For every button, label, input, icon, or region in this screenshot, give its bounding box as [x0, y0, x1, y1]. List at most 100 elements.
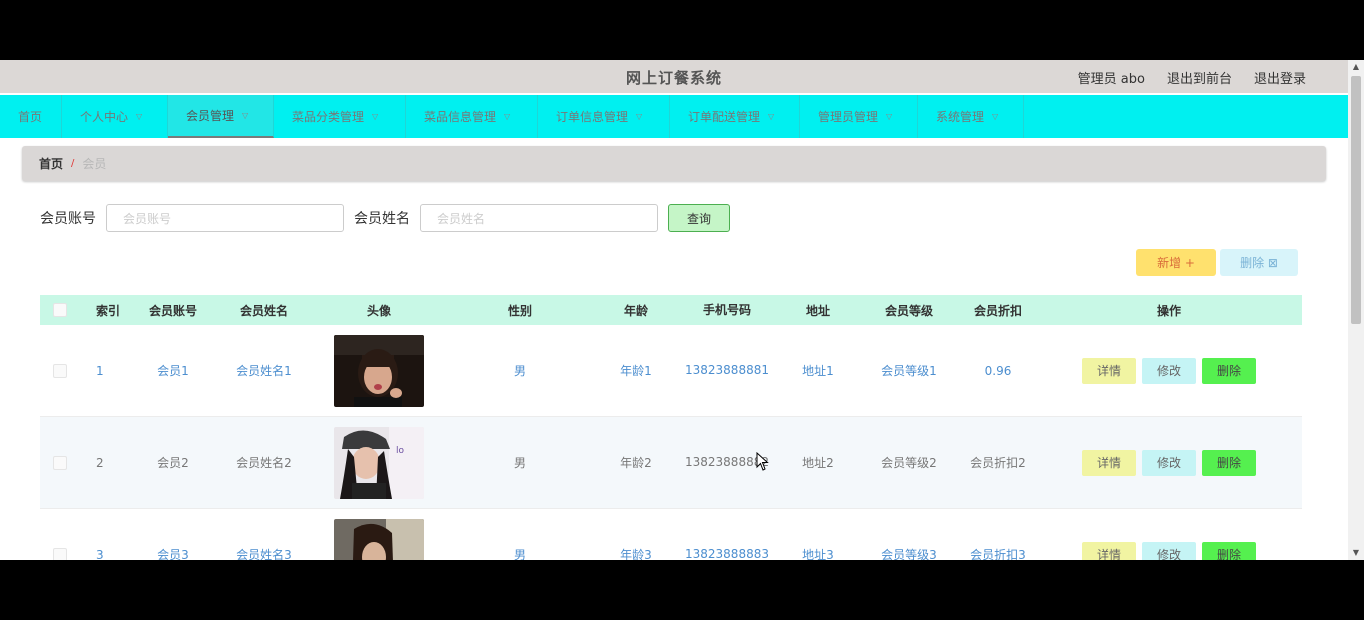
- index-cell: 3: [96, 547, 104, 561]
- breadcrumb-current: 会员: [82, 157, 107, 171]
- edit-button[interactable]: 修改: [1142, 541, 1196, 560]
- address-cell: 地址1: [802, 364, 834, 378]
- chevron-down-icon: ▽: [372, 112, 379, 121]
- main-nav: 首页 个人中心 ▽ 会员管理 ▽ 菜品分类管理 ▽ 菜品信息管理 ▽ 订单信息管理 ▽ 订单配送管理 ▽…: [0, 95, 1348, 138]
- phone-cell: 13823888883: [685, 547, 769, 560]
- chevron-down-icon: ▽: [636, 112, 643, 121]
- table-header: 索引 会员账号 会员姓名 头像 性别 年龄 手机号码 地址 会员等级 会员折扣 操作: [40, 295, 1302, 325]
- name-cell: 会员姓名1: [236, 364, 292, 378]
- nav-item-label: 菜品信息管理: [424, 110, 497, 124]
- chevron-down-icon: ▽: [886, 112, 893, 121]
- chevron-down-icon: ▽: [136, 112, 143, 121]
- index-cell: 2: [96, 455, 104, 470]
- phone-cell: 13823888881: [685, 363, 769, 377]
- chevron-down-icon: ▽: [768, 112, 775, 121]
- nav-item-3[interactable]: 菜品分类管理 ▽: [274, 95, 406, 138]
- column-header: 年龄: [623, 303, 648, 318]
- nav-item-5[interactable]: 订单信息管理 ▽: [538, 95, 670, 138]
- nav-item-label: 系统管理: [936, 110, 985, 124]
- level-cell: 会员等级2: [881, 456, 937, 470]
- avatar: [334, 518, 424, 560]
- row-select-cell: [40, 325, 80, 416]
- column-header: 会员账号: [148, 303, 197, 318]
- nav-item-label: 会员管理: [186, 109, 235, 123]
- table-row: 1 会员1 会员姓名1 男 年龄1 13823888881 地址1 会员等级1 0.96 详情 修改…: [40, 325, 1302, 417]
- delete-button[interactable]: 删除: [1202, 449, 1256, 476]
- nav-item-1[interactable]: 个人中心 ▽: [62, 95, 168, 138]
- nav-item-label: 订单信息管理: [556, 110, 629, 124]
- column-header: 性别: [507, 303, 532, 318]
- detail-button[interactable]: 详情: [1082, 357, 1136, 384]
- delete-button[interactable]: 删除: [1202, 357, 1256, 384]
- column-header: 会员折扣: [973, 303, 1022, 318]
- account-search-label: 会员账号: [40, 211, 96, 227]
- account-search-input[interactable]: 会员账号: [106, 204, 344, 232]
- scroll-down-arrow-icon[interactable]: ▼: [1348, 546, 1364, 560]
- nav-item-0[interactable]: 首页: [0, 95, 62, 138]
- delete-button[interactable]: 删除: [1202, 541, 1256, 560]
- column-header: 头像: [366, 303, 391, 318]
- chevron-down-icon: ▽: [242, 111, 249, 120]
- age-cell: 年龄1: [620, 364, 652, 378]
- discount-cell: 0.96: [984, 363, 1012, 378]
- name-search-input[interactable]: 会员姓名: [420, 204, 658, 232]
- detail-button[interactable]: 详情: [1082, 449, 1136, 476]
- name-cell: 会员姓名2: [236, 456, 292, 470]
- scroll-thumb[interactable]: [1351, 76, 1361, 324]
- gender-cell: 男: [513, 548, 526, 560]
- row-checkbox[interactable]: [53, 363, 67, 378]
- chevron-down-icon: ▽: [504, 112, 511, 121]
- actions-cell: 详情 修改 删除: [1036, 509, 1302, 560]
- table-body: 1 会员1 会员姓名1 男年龄1 13823888881 地址1 会员等级1 0.96 详情 修改…: [40, 325, 1302, 560]
- row-checkbox[interactable]: [53, 455, 67, 470]
- mouse-cursor-icon: [756, 452, 769, 471]
- nav-item-label: 订单配送管理: [688, 110, 761, 124]
- index-cell: 1: [96, 363, 104, 378]
- batch-delete-button[interactable]: 删除 ⊠: [1220, 249, 1298, 276]
- scroll-up-arrow-icon[interactable]: ▲: [1348, 60, 1364, 74]
- edit-button[interactable]: 修改: [1142, 357, 1196, 384]
- svg-text:lo: lo: [396, 446, 405, 456]
- avatar-cell: [314, 325, 444, 416]
- column-header: [40, 295, 80, 325]
- select-all-checkbox[interactable]: [53, 303, 67, 317]
- nav-item-label: 首页: [18, 110, 43, 124]
- address-cell: 地址3: [802, 548, 834, 560]
- row-checkbox[interactable]: [53, 547, 67, 560]
- exit-to-front-link[interactable]: 退出到前台: [1167, 68, 1232, 87]
- account-cell: 会员3: [157, 548, 189, 560]
- account-cell: 会员1: [157, 364, 189, 378]
- table-row: 2 会员2 会员姓名2 lo 男年龄2 13823888882 地址2 会员等级2 会员折扣2 详…: [40, 417, 1302, 509]
- nav-item-4[interactable]: 菜品信息管理 ▽: [406, 95, 538, 138]
- vertical-scrollbar[interactable]: ▲ ▼: [1348, 60, 1364, 560]
- gender-cell: 男: [513, 364, 526, 378]
- nav-item-6[interactable]: 订单配送管理 ▽: [670, 95, 800, 138]
- add-button[interactable]: 新增 +: [1136, 249, 1216, 276]
- table-row: 3 会员3 会员姓名3 男 年龄3 13823888883 地址3 会员等级3 会员折扣3 详情修…: [40, 509, 1302, 560]
- breadcrumb-separator: /: [71, 158, 75, 169]
- column-header: 地址: [805, 303, 830, 318]
- detail-button[interactable]: 详情: [1082, 541, 1136, 560]
- actions-cell: 详情 修改 删除: [1036, 325, 1302, 416]
- avatar-cell: lo: [314, 417, 444, 508]
- breadcrumb-home[interactable]: 首页: [39, 155, 63, 172]
- nav-item-2[interactable]: 会员管理 ▽: [168, 95, 274, 138]
- nav-item-label: 管理员管理: [818, 110, 879, 124]
- member-table: 索引 会员账号 会员姓名 头像 性别 年龄 手机号码 地址 会员等级 会员折扣 操作 1 会员1 会员姓…: [40, 295, 1302, 560]
- nav-item-label: 菜品分类管理: [292, 110, 365, 124]
- age-cell: 年龄2: [620, 456, 652, 470]
- app-window: 网上订餐系统 管理员 abo 退出到前台 退出登录 首页 个人中心 ▽ 会员管理 ▽ 菜品…: [0, 60, 1364, 560]
- level-cell: 会员等级1: [881, 364, 937, 378]
- column-header: 会员等级: [884, 303, 933, 318]
- logout-link[interactable]: 退出登录: [1254, 68, 1306, 87]
- header-links: 管理员 abo 退出到前台 退出登录: [1078, 68, 1306, 87]
- query-button[interactable]: 查询: [668, 204, 730, 232]
- nav-item-label: 个人中心: [80, 110, 129, 124]
- column-header: 会员姓名: [239, 303, 288, 318]
- nav-item-7[interactable]: 管理员管理 ▽: [800, 95, 918, 138]
- age-cell: 年龄3: [620, 548, 652, 560]
- gender-cell: 男: [513, 456, 526, 470]
- edit-button[interactable]: 修改: [1142, 449, 1196, 476]
- column-header: 手机号码: [702, 302, 751, 317]
- nav-item-8[interactable]: 系统管理 ▽: [918, 95, 1024, 138]
